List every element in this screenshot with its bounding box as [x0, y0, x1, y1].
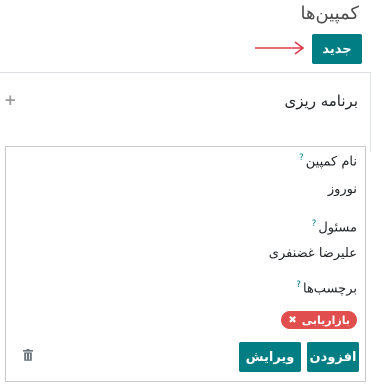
- plus-icon[interactable]: +: [4, 91, 17, 109]
- help-icon[interactable]: ?: [299, 153, 304, 163]
- quick-create-card: نام کمپین? نوروز مسئول? علیرضا غضنفری بر…: [5, 146, 366, 382]
- campaign-name-label: نام کمپین?: [299, 153, 357, 170]
- help-icon[interactable]: ?: [312, 219, 317, 229]
- remove-tag-icon[interactable]: ✖: [288, 315, 296, 326]
- trash-icon[interactable]: [23, 349, 33, 361]
- arrow-right-icon: [255, 41, 305, 55]
- stage-title: برنامه ریزی: [284, 92, 358, 110]
- add-button[interactable]: افزودن: [307, 342, 359, 372]
- page-title: کمپین‌ها: [300, 3, 359, 24]
- header-divider: [0, 72, 371, 73]
- tag-label: بازاریابی: [301, 313, 350, 327]
- edit-button[interactable]: ویرایش: [239, 342, 301, 372]
- help-icon[interactable]: ?: [296, 280, 301, 290]
- responsible-field[interactable]: علیرضا غضنفری: [269, 246, 357, 261]
- responsible-label: مسئول?: [311, 219, 357, 236]
- new-button[interactable]: جدید: [312, 34, 362, 64]
- tag-badge: بازاریابی ✖: [281, 311, 357, 329]
- campaign-name-field[interactable]: نوروز: [328, 182, 357, 197]
- tags-label: برچسب‌ها?: [296, 280, 357, 297]
